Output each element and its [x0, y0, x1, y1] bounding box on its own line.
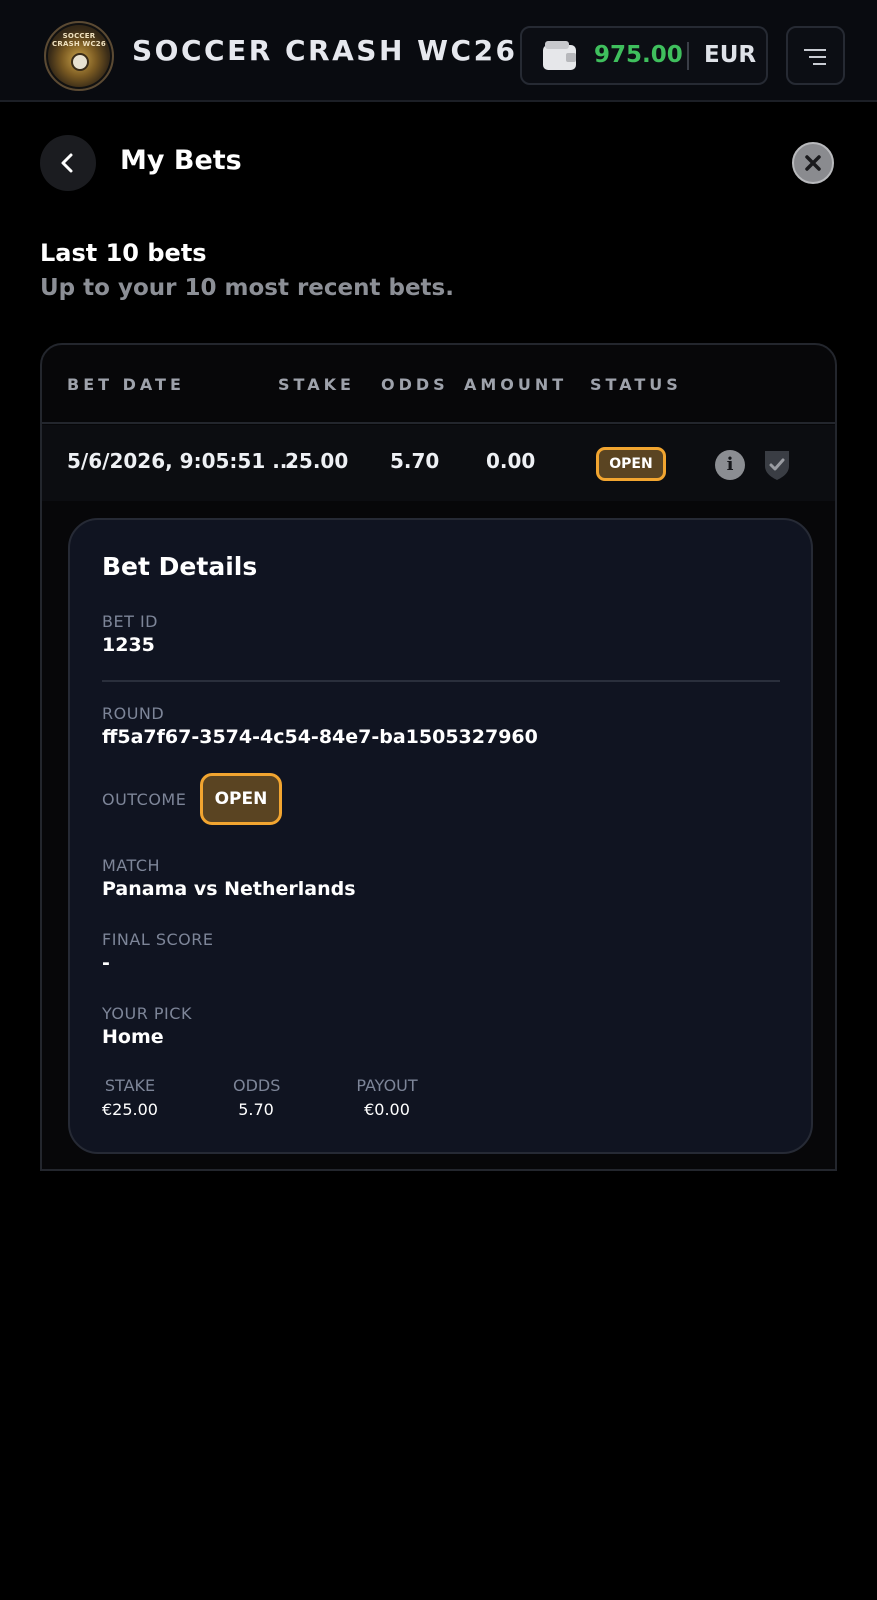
summary-stake-label: STAKE	[104, 1076, 156, 1095]
balance-amount: 975.00	[594, 42, 683, 68]
bets-table: BET DATE STAKE ODDS AMOUNT STATUS 5/6/20…	[40, 343, 837, 1171]
column-header-odds: ODDS	[381, 375, 449, 394]
info-icon[interactable]: i	[715, 450, 745, 480]
close-icon	[805, 155, 821, 171]
pick-value: Home	[102, 1026, 164, 1048]
round-value: ff5a7f67-3574-4c54-84e7-ba1505327960	[102, 726, 538, 748]
menu-icon	[804, 49, 826, 51]
menu-icon-line	[809, 56, 826, 58]
table-header: BET DATE STAKE ODDS AMOUNT STATUS	[42, 345, 835, 424]
soccer-ball-icon	[71, 53, 89, 71]
summary-odds-value: 5.70	[238, 1100, 274, 1119]
wallet-divider	[687, 42, 689, 70]
pick-label: YOUR PICK	[102, 1004, 192, 1023]
logo-text: SOCCER CRASH WC26	[52, 32, 106, 48]
column-header-bet-date: BET DATE	[67, 375, 185, 394]
wallet-balance[interactable]: 975.00 EUR	[520, 26, 768, 85]
cell-odds: 5.70	[390, 449, 440, 473]
app-logo[interactable]: SOCCER CRASH WC26	[44, 21, 114, 91]
bet-id-label: BET ID	[102, 612, 158, 631]
cell-amount: 0.00	[486, 449, 536, 473]
page-title: My Bets	[120, 145, 242, 176]
cell-stake: 25.00	[285, 449, 349, 473]
close-button[interactable]	[792, 142, 834, 184]
match-label: MATCH	[102, 856, 161, 875]
section-subtitle: Up to your 10 most recent bets.	[40, 275, 454, 301]
outcome-label: OUTCOME	[102, 790, 187, 809]
menu-button[interactable]	[786, 26, 845, 85]
column-header-status: STATUS	[590, 375, 682, 394]
details-title: Bet Details	[102, 552, 258, 581]
match-value: Panama vs Netherlands	[102, 878, 356, 900]
summary-payout-value: €0.00	[364, 1100, 410, 1119]
section-title: Last 10 bets	[40, 239, 207, 267]
bet-id-value: 1235	[102, 634, 155, 656]
details-divider	[102, 680, 780, 682]
outcome-badge: OPEN	[200, 773, 282, 825]
summary-payout-label: PAYOUT	[356, 1076, 418, 1095]
status-badge: OPEN	[596, 447, 666, 481]
bet-details-panel: Bet Details BET ID 1235 ROUND ff5a7f67-3…	[68, 518, 813, 1154]
final-score-value: -	[102, 952, 110, 974]
app-title: SOCCER CRASH WC26	[132, 34, 518, 67]
summary-stake-value: €25.00	[102, 1100, 158, 1119]
currency-code: EUR	[704, 42, 757, 68]
cell-bet-date: 5/6/2026, 9:05:51 ...	[67, 449, 295, 473]
back-arrow-icon	[61, 153, 73, 173]
round-label: ROUND	[102, 704, 165, 723]
table-row[interactable]: 5/6/2026, 9:05:51 ... 25.00 5.70 0.00 OP…	[42, 425, 835, 501]
app-header: SOCCER CRASH WC26 SOCCER CRASH WC26 975.…	[0, 0, 877, 102]
summary-odds-label: ODDS	[233, 1076, 281, 1095]
column-header-stake: STAKE	[278, 375, 355, 394]
back-button[interactable]	[40, 135, 96, 191]
wallet-icon	[543, 41, 576, 70]
column-header-amount: AMOUNT	[464, 375, 568, 394]
shield-check-icon[interactable]	[763, 449, 791, 481]
menu-icon-line	[813, 63, 826, 65]
final-score-label: FINAL SCORE	[102, 930, 214, 949]
